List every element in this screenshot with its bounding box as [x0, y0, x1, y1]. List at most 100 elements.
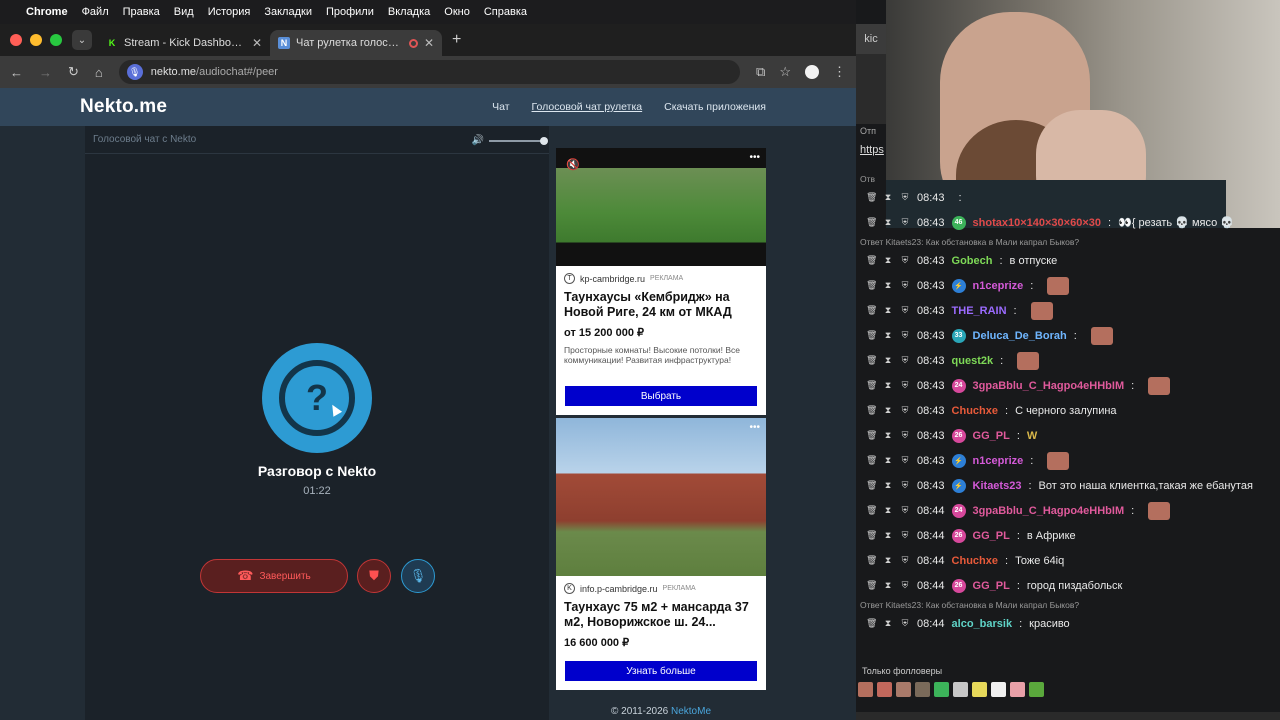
- timeout-icon[interactable]: ⧗: [883, 380, 893, 391]
- message-username[interactable]: 3gpaBblu_C_Hagpo4eHHbIM: [973, 505, 1125, 517]
- ban-icon[interactable]: ⛨: [900, 618, 910, 629]
- message-username[interactable]: GG_PL: [973, 580, 1010, 592]
- timeout-icon[interactable]: ⧗: [883, 430, 893, 441]
- message-username[interactable]: GG_PL: [973, 530, 1010, 542]
- site-logo[interactable]: Nekto.me: [80, 96, 167, 118]
- emote-icon[interactable]: [1148, 376, 1171, 395]
- menu-help[interactable]: Справка: [484, 6, 527, 18]
- menu-edit[interactable]: Правка: [123, 6, 160, 18]
- menu-tab[interactable]: Вкладка: [388, 6, 430, 18]
- delete-message-icon[interactable]: 🗑: [866, 217, 877, 228]
- emote-icon[interactable]: [1090, 326, 1113, 345]
- delete-message-icon[interactable]: 🗑: [866, 305, 877, 316]
- timeout-icon[interactable]: ⧗: [883, 480, 893, 491]
- ban-icon[interactable]: ⛨: [900, 255, 910, 266]
- emote-icon[interactable]: [896, 682, 911, 697]
- message-username[interactable]: alco_barsik: [952, 618, 1013, 630]
- menu-profiles[interactable]: Профили: [326, 6, 374, 18]
- emote-icon[interactable]: [1030, 301, 1053, 320]
- timeout-icon[interactable]: ⧗: [883, 255, 893, 266]
- message-username[interactable]: Chuchxe: [952, 405, 998, 417]
- emote-icon[interactable]: [953, 682, 968, 697]
- menu-file[interactable]: Файл: [82, 6, 109, 18]
- volume-control[interactable]: 🔊: [472, 135, 548, 146]
- volume-slider[interactable]: [489, 136, 548, 145]
- message-username[interactable]: quest2k: [952, 355, 994, 367]
- message-username[interactable]: Chuchxe: [952, 555, 998, 567]
- emote-icon[interactable]: [1029, 682, 1044, 697]
- message-username[interactable]: n1ceprize: [973, 280, 1024, 292]
- timeout-icon[interactable]: ⧗: [883, 217, 893, 228]
- message-username[interactable]: THE_RAIN: [952, 305, 1007, 317]
- ban-icon[interactable]: ⛨: [900, 455, 910, 466]
- menu-window[interactable]: Окно: [444, 6, 470, 18]
- new-tab-button[interactable]: +: [452, 31, 461, 49]
- ad-video[interactable]: 🔇 •••: [556, 148, 766, 266]
- forward-icon[interactable]: →: [39, 65, 52, 80]
- emote-icon[interactable]: [1010, 682, 1025, 697]
- ad-domain[interactable]: kp-cambridge.ru: [580, 274, 645, 284]
- nav-voice-chat[interactable]: Голосовой чат рулетка: [532, 101, 643, 113]
- microphone-button[interactable]: 🎙: [401, 559, 435, 593]
- ban-icon[interactable]: ⛨: [900, 580, 910, 591]
- message-username[interactable]: Gobech: [952, 255, 993, 267]
- bookmark-star-icon[interactable]: ☆: [779, 64, 791, 80]
- delete-message-icon[interactable]: 🗑: [866, 555, 877, 566]
- message-username[interactable]: 3gpaBblu_C_Hagpo4eHHbIM: [973, 380, 1125, 392]
- timeout-icon[interactable]: ⧗: [883, 355, 893, 366]
- timeout-icon[interactable]: ⧗: [883, 305, 893, 316]
- mute-icon[interactable]: 🔇: [566, 158, 580, 171]
- ban-icon[interactable]: ⛨: [900, 305, 910, 316]
- ad-domain[interactable]: info.p-cambridge.ru: [580, 584, 658, 594]
- ban-icon[interactable]: ⛨: [900, 217, 910, 228]
- tab-search-button[interactable]: ⌄: [72, 30, 92, 50]
- timeout-icon[interactable]: ⧗: [883, 555, 893, 566]
- tab-nekto-audiochat[interactable]: N Чат рулетка голосовая – ✕: [270, 30, 442, 56]
- message-username[interactable]: Kitaets23: [973, 480, 1022, 492]
- ban-icon[interactable]: ⛨: [900, 505, 910, 516]
- emote-icon[interactable]: [1017, 351, 1040, 370]
- menu-history[interactable]: История: [208, 6, 251, 18]
- ad-menu-icon[interactable]: •••: [749, 152, 760, 163]
- ban-icon[interactable]: ⛨: [900, 192, 910, 203]
- reload-icon[interactable]: ↻: [68, 64, 79, 80]
- delete-message-icon[interactable]: 🗑: [866, 430, 877, 441]
- delete-message-icon[interactable]: 🗑: [866, 505, 877, 516]
- delete-message-icon[interactable]: 🗑: [866, 455, 877, 466]
- menu-app-name[interactable]: Chrome: [26, 6, 68, 18]
- message-username[interactable]: shotax10×140×30×60×30: [973, 217, 1101, 229]
- ban-icon[interactable]: ⛨: [900, 480, 910, 491]
- nav-download-apps[interactable]: Скачать приложения: [664, 101, 766, 113]
- delete-message-icon[interactable]: 🗑: [866, 255, 877, 266]
- ad-headline[interactable]: Таунхаусы «Кембридж» на Новой Риге, 24 к…: [556, 284, 766, 320]
- ad-cta-button[interactable]: Выбрать: [565, 386, 757, 406]
- timeout-icon[interactable]: ⧗: [883, 618, 893, 629]
- ban-icon[interactable]: ⛨: [900, 530, 910, 541]
- delete-message-icon[interactable]: 🗑: [866, 330, 877, 341]
- delete-message-icon[interactable]: 🗑: [866, 192, 877, 203]
- message-username[interactable]: GG_PL: [973, 430, 1010, 442]
- ban-icon[interactable]: ⛨: [900, 330, 910, 341]
- emote-icon[interactable]: [1047, 276, 1070, 295]
- end-call-button[interactable]: ☎ Завершить: [200, 559, 348, 593]
- emote-icon[interactable]: [934, 682, 949, 697]
- timeout-icon[interactable]: ⧗: [883, 530, 893, 541]
- ad-menu-icon[interactable]: •••: [749, 422, 760, 433]
- delete-message-icon[interactable]: 🗑: [866, 405, 877, 416]
- timeout-icon[interactable]: ⧗: [883, 405, 893, 416]
- address-bar[interactable]: 🎙 nekto.me/audiochat#/peer: [118, 60, 741, 84]
- close-tab-icon[interactable]: ✕: [424, 36, 434, 50]
- menu-bookmarks[interactable]: Закладки: [264, 6, 312, 18]
- emote-icon[interactable]: [972, 682, 987, 697]
- delete-message-icon[interactable]: 🗑: [866, 380, 877, 391]
- close-window-button[interactable]: [10, 34, 22, 46]
- delete-message-icon[interactable]: 🗑: [866, 530, 877, 541]
- back-icon[interactable]: ←: [10, 65, 23, 80]
- timeout-icon[interactable]: ⧗: [883, 280, 893, 291]
- ad-card[interactable]: ••• K info.p-cambridge.ru РЕКЛАМА Таунха…: [556, 418, 766, 690]
- ad-headline[interactable]: Таунхаус 75 м2 + мансарда 37 м2, Новориж…: [556, 594, 766, 630]
- emote-icon[interactable]: [991, 682, 1006, 697]
- ban-icon[interactable]: ⛨: [900, 280, 910, 291]
- volume-knob[interactable]: [540, 136, 548, 145]
- emote-icon[interactable]: [1148, 501, 1171, 520]
